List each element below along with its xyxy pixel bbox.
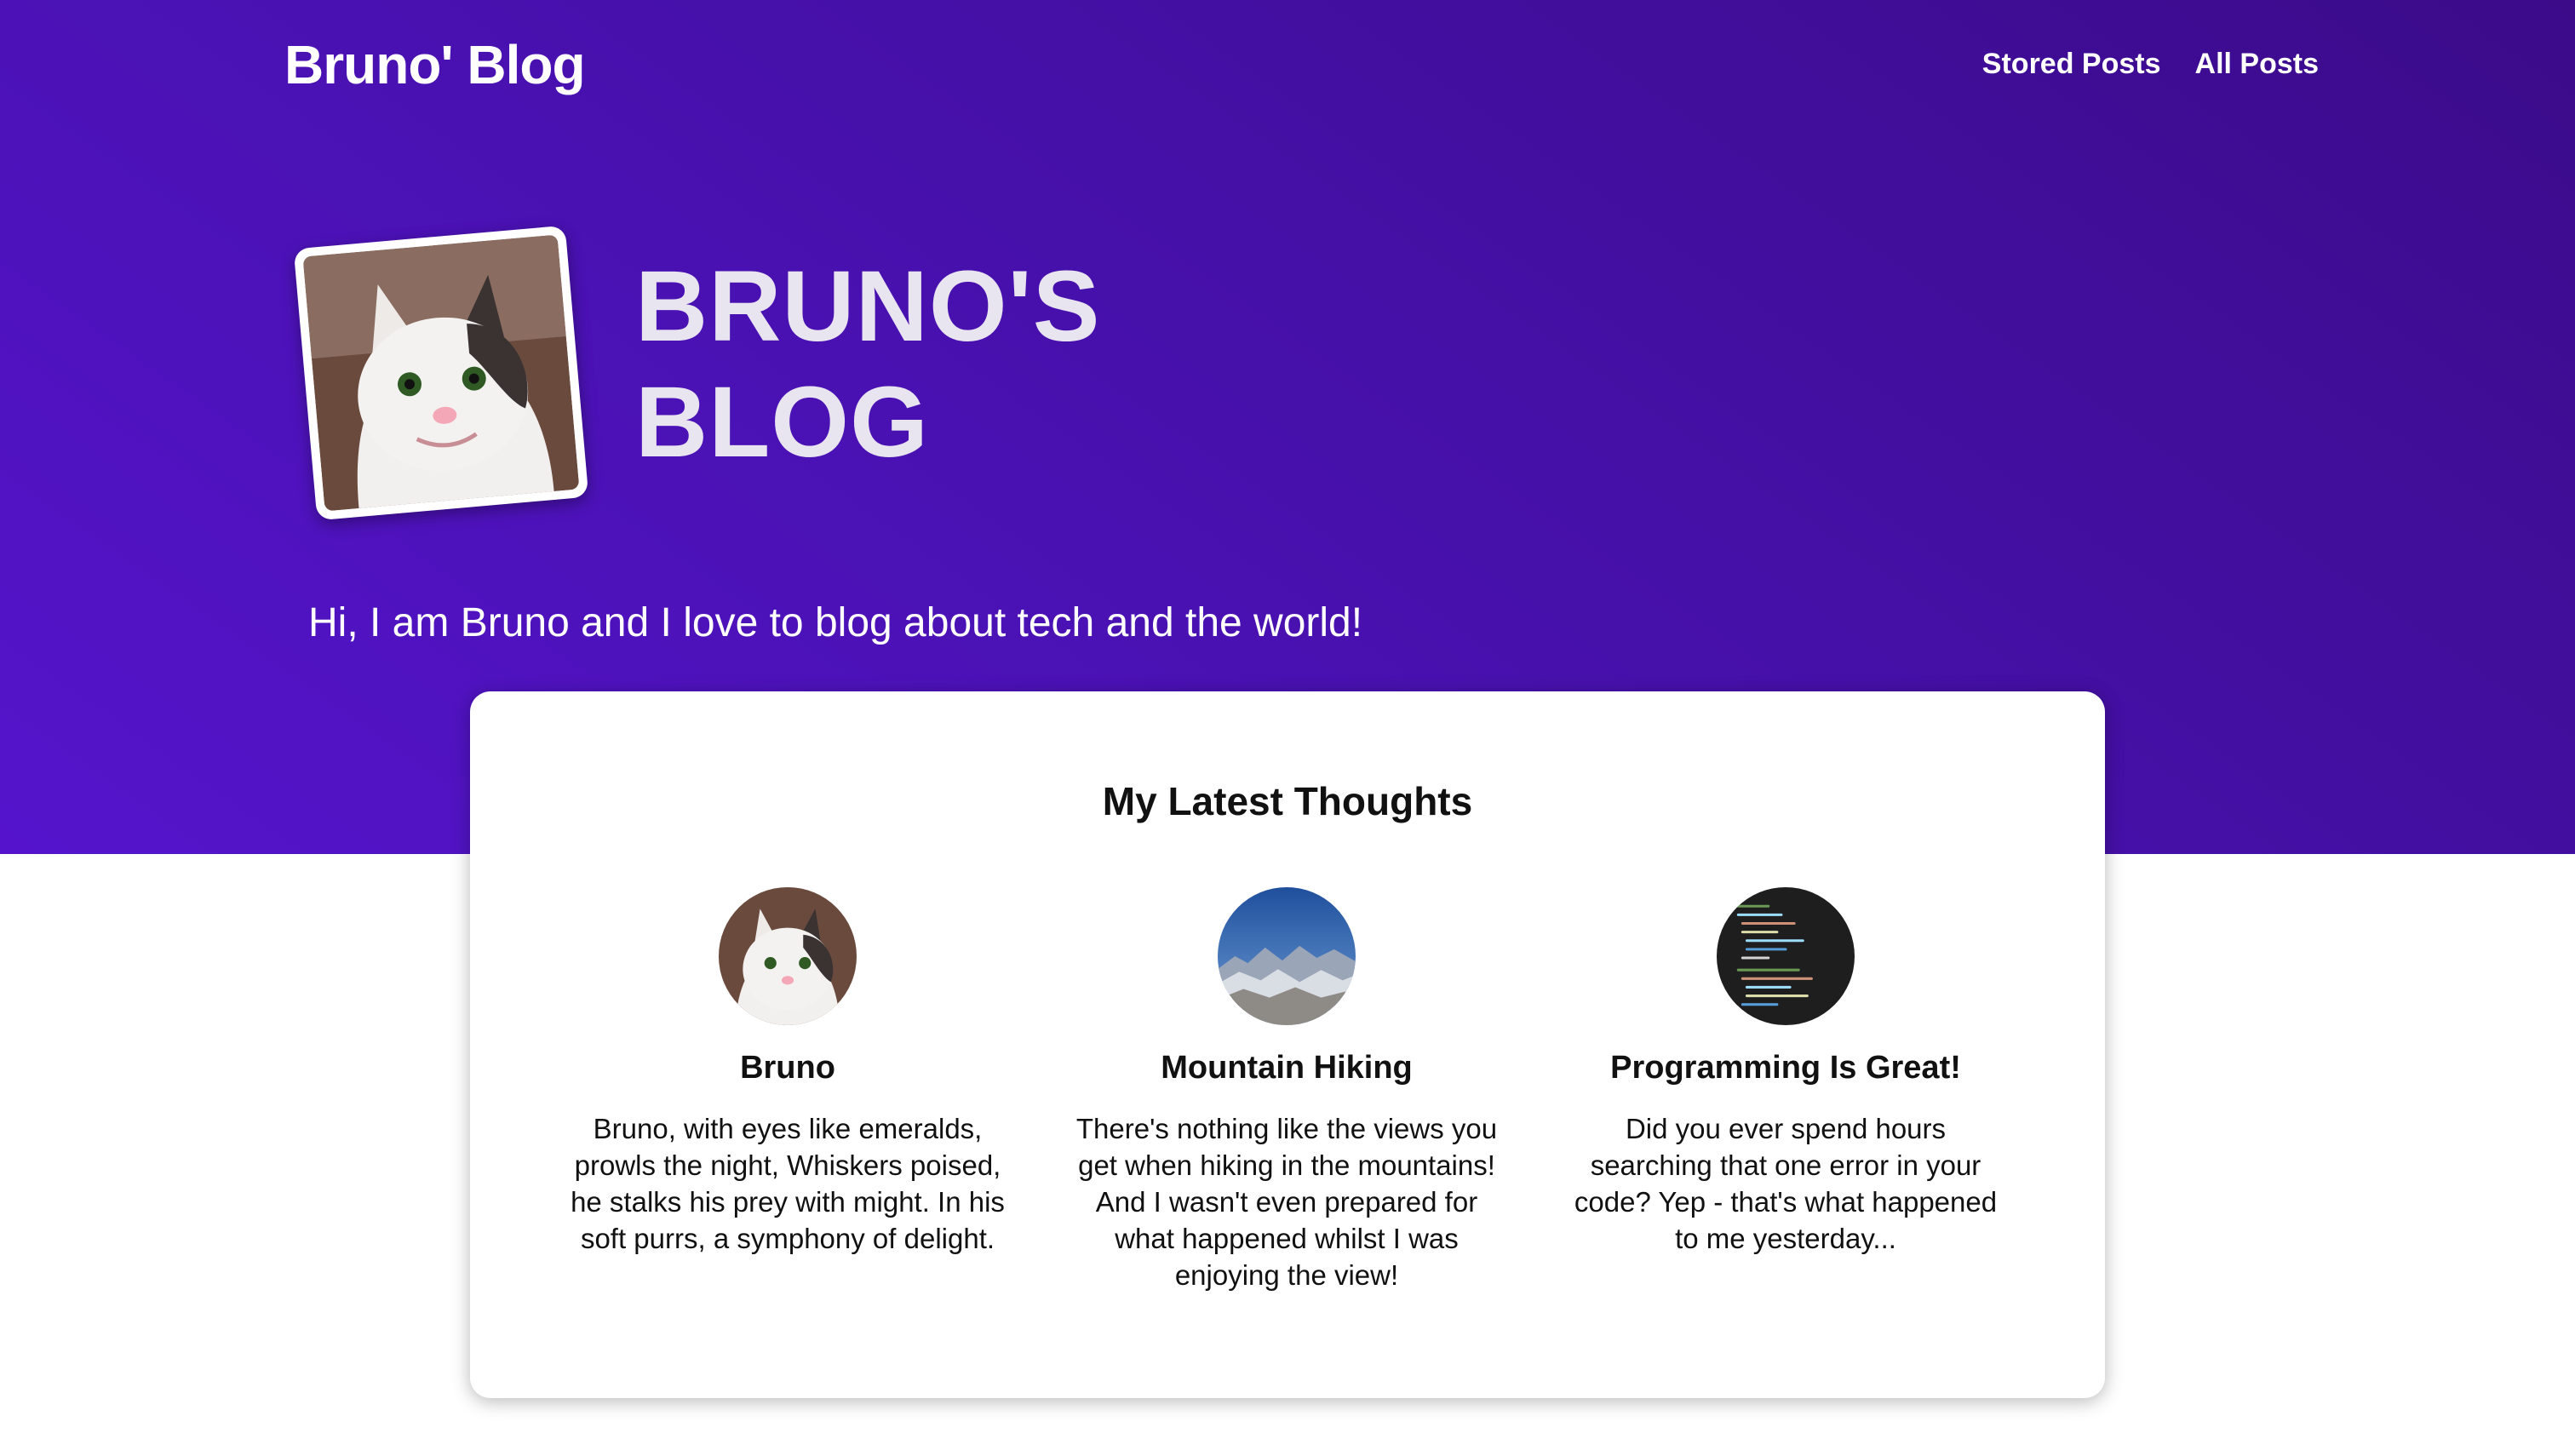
post-card-programming[interactable]: Programming Is Great! Did you ever spend…: [1536, 887, 2035, 1293]
page: Bruno' Blog Stored Posts All Posts BRUNO…: [0, 0, 2575, 1456]
post-excerpt: There's nothing like the views you get w…: [1075, 1113, 1498, 1291]
post-card-bruno[interactable]: Bruno Bruno, with eyes like emeralds, pr…: [538, 887, 1037, 1293]
post-excerpt: Did you ever spend hours searching that …: [1574, 1113, 1998, 1254]
post-title[interactable]: Bruno: [538, 1046, 1037, 1090]
cat-thumbnail-image: [719, 887, 857, 1025]
nav-link-all-posts[interactable]: All Posts: [2195, 39, 2319, 89]
mountain-thumbnail-image: [1218, 887, 1356, 1025]
hero-tagline: Hi, I am Bruno and I love to blog about …: [308, 600, 1363, 645]
post-card-mountain-hiking[interactable]: Mountain Hiking There's nothing like the…: [1037, 887, 1536, 1293]
posts-list: Bruno Bruno, with eyes like emeralds, pr…: [538, 887, 2037, 1293]
hero-avatar: [293, 225, 589, 521]
code-thumbnail-image: [1717, 887, 1855, 1025]
main-nav: Stored Posts All Posts: [1982, 39, 2319, 89]
post-thumbnail[interactable]: [1717, 887, 1855, 1025]
post-thumbnail[interactable]: [719, 887, 857, 1025]
post-excerpt: Bruno, with eyes like emeralds, prowls t…: [571, 1113, 1005, 1254]
post-title[interactable]: Mountain Hiking: [1037, 1046, 1536, 1090]
latest-posts-title: My Latest Thoughts: [1102, 779, 1473, 823]
post-title[interactable]: Programming Is Great!: [1536, 1046, 2035, 1090]
nav-link-stored-posts[interactable]: Stored Posts: [1982, 39, 2161, 89]
hero-heading: BRUNO'S BLOG: [635, 250, 1101, 479]
post-thumbnail[interactable]: [1218, 887, 1356, 1025]
site-title[interactable]: Bruno' Blog: [284, 31, 586, 99]
latest-posts-card: My Latest Thoughts Bruno Bruno, with eye…: [470, 691, 2105, 1398]
cat-photo: [302, 234, 580, 512]
